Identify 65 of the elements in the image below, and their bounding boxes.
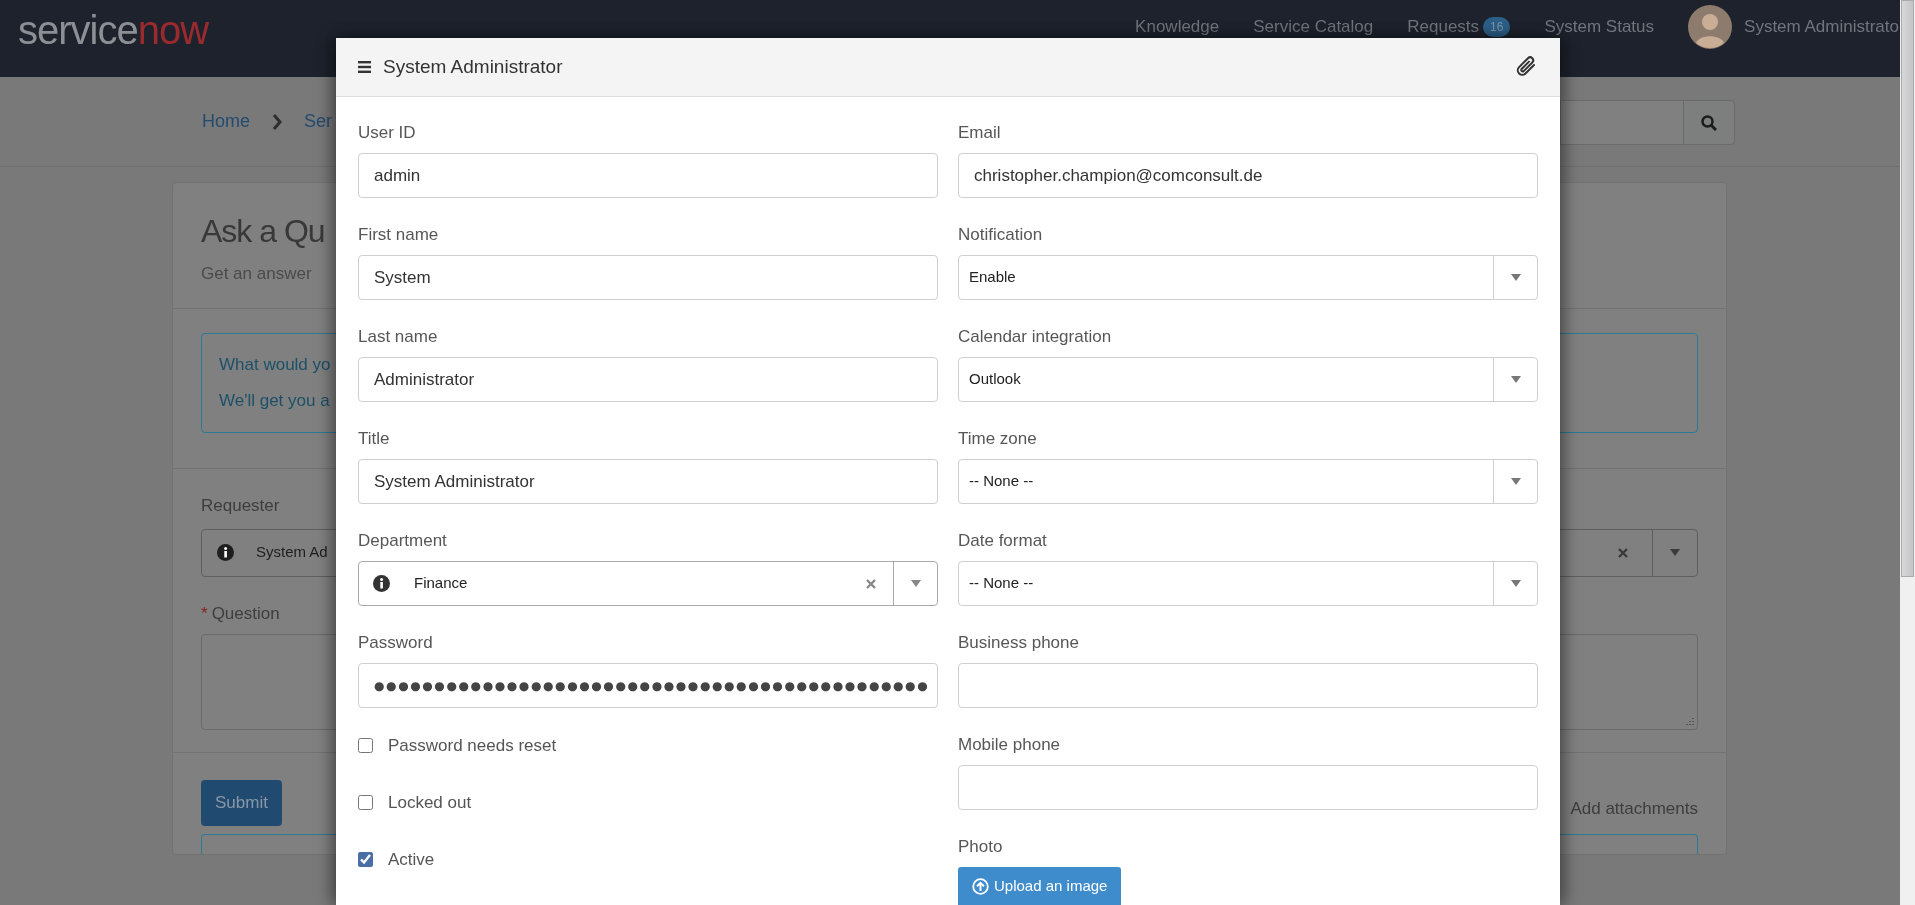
resize-grip-icon[interactable] bbox=[1685, 717, 1694, 727]
checkbox-label: Active bbox=[388, 848, 435, 871]
select-field[interactable]: Outlook bbox=[958, 357, 1538, 402]
input-field[interactable] bbox=[958, 663, 1538, 708]
field-label: Date format bbox=[958, 530, 1047, 552]
input-field[interactable]: System bbox=[358, 255, 938, 300]
count-badge: 16 bbox=[1483, 17, 1511, 37]
input-field[interactable]: Administrator bbox=[358, 357, 938, 402]
select-field[interactable]: -- None -- bbox=[958, 459, 1538, 504]
checkbox-label: Password needs reset bbox=[388, 734, 557, 757]
search-button[interactable] bbox=[1683, 100, 1735, 145]
caret-icon bbox=[1510, 376, 1521, 383]
password-field[interactable]: ●●●●●●●●●●●●●●●●●●●●●●●●●●●●●●●●●●●●●●●●●●●●●● bbox=[358, 663, 938, 708]
chevron-icon bbox=[272, 113, 282, 130]
checkbox-label: Locked out bbox=[388, 791, 472, 814]
page-title: Ask a Qu bbox=[201, 212, 325, 251]
field-label: Question bbox=[211, 602, 280, 625]
input-field[interactable]: christopher.champion@comconsult.de bbox=[958, 153, 1538, 198]
info-text: We'll get you a bbox=[219, 389, 330, 412]
field-label: Title bbox=[358, 428, 390, 450]
field-label: Password bbox=[358, 632, 433, 654]
clear-icon[interactable] bbox=[866, 578, 876, 589]
scrollbar[interactable] bbox=[1900, 0, 1915, 905]
field-label: Calendar integration bbox=[958, 326, 1112, 348]
field-label: Email bbox=[958, 122, 1001, 144]
dialog-title: System Administrator bbox=[383, 54, 563, 79]
caret-icon bbox=[910, 580, 921, 587]
caret-icon bbox=[1510, 580, 1521, 587]
caret-icon bbox=[1510, 274, 1521, 281]
upload-button[interactable]: Upload an image bbox=[958, 867, 1122, 905]
field-label: Last name bbox=[358, 326, 438, 348]
lookup-field[interactable]: Finance bbox=[358, 561, 938, 606]
search-field[interactable] bbox=[1560, 100, 1683, 145]
clear-icon[interactable] bbox=[1618, 547, 1628, 558]
menu-icon[interactable] bbox=[358, 61, 371, 73]
avatar[interactable] bbox=[1688, 5, 1733, 49]
field-label: Business phone bbox=[958, 632, 1079, 654]
upload-icon bbox=[972, 877, 989, 895]
field-label: Department bbox=[358, 530, 447, 552]
field-value: System Ad bbox=[256, 542, 328, 563]
field-label: Time zone bbox=[958, 428, 1037, 450]
info-icon bbox=[373, 575, 390, 592]
field-label: First name bbox=[358, 224, 439, 246]
field-label: Mobile phone bbox=[958, 734, 1061, 756]
field-label: Photo bbox=[958, 836, 1003, 858]
info-icon bbox=[217, 544, 234, 562]
paperclip-icon[interactable] bbox=[1514, 55, 1538, 79]
input-field[interactable] bbox=[958, 765, 1538, 810]
required-mark: * bbox=[201, 602, 208, 625]
checkbox[interactable] bbox=[358, 795, 373, 810]
field-label: Notification bbox=[958, 224, 1043, 246]
select-field[interactable]: -- None -- bbox=[958, 561, 1538, 606]
input-field[interactable]: admin bbox=[358, 153, 938, 198]
caret-icon bbox=[1510, 478, 1521, 485]
logo[interactable]: servicenow bbox=[18, 10, 209, 50]
scrollbar-thumb[interactable] bbox=[1901, 0, 1914, 577]
checkbox[interactable] bbox=[358, 738, 373, 753]
select-field[interactable]: Enable bbox=[958, 255, 1538, 300]
field-label: User ID bbox=[358, 122, 416, 144]
input-field[interactable]: System Administrator bbox=[358, 459, 938, 504]
info-text: What would yo bbox=[219, 354, 331, 377]
checkbox[interactable] bbox=[358, 852, 373, 867]
caret-icon bbox=[1670, 549, 1680, 557]
search-icon bbox=[1701, 114, 1717, 131]
field-label: Requester bbox=[201, 495, 281, 518]
